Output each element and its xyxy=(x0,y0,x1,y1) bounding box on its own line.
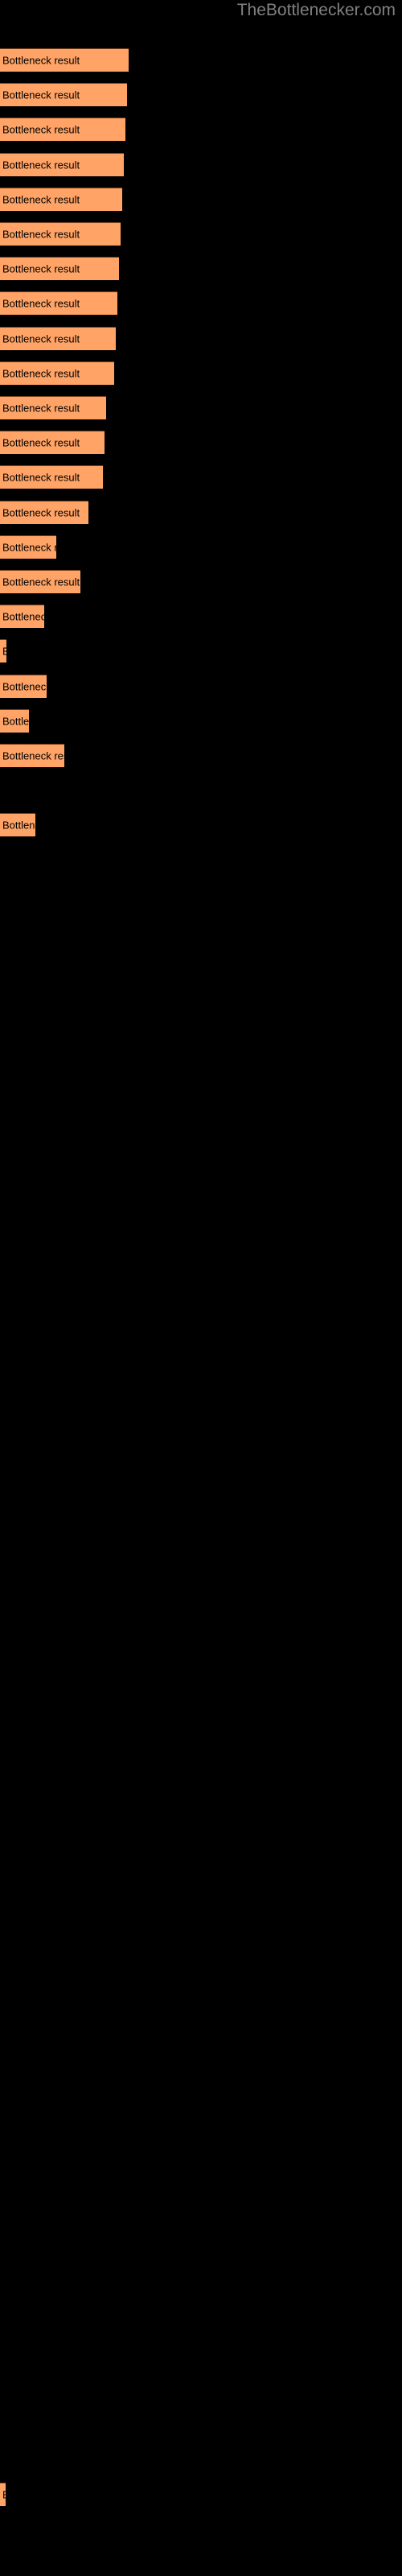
bar-row: Bottleneck result xyxy=(0,83,402,107)
bar[interactable]: Bottleneck result xyxy=(0,465,103,489)
bar[interactable]: Bottleneck result xyxy=(0,118,125,142)
bar[interactable]: Bottleneck result xyxy=(0,396,106,419)
bar-row: Bottleneck result xyxy=(0,465,402,489)
bar-label: Bottleneck result xyxy=(2,471,80,484)
bar-label: Bottleneck result xyxy=(2,159,80,171)
bar[interactable]: Bottleneck result xyxy=(0,639,6,663)
bar-label: Bottleneck result xyxy=(2,54,80,67)
bar[interactable]: Bottleneck result xyxy=(0,326,116,350)
bar[interactable]: Bottleneck result xyxy=(0,152,124,176)
bar-label: Bottleneck result xyxy=(2,89,80,101)
bar-label: Bottleneck result xyxy=(2,262,80,275)
bar-row: Bottleneck result xyxy=(0,431,402,455)
bar[interactable]: Bottleneck result xyxy=(0,222,121,246)
bar[interactable]: Bottleneck result xyxy=(0,605,44,629)
bar[interactable]: Bottleneck result xyxy=(0,257,119,281)
bar[interactable]: Bottleneck result xyxy=(0,744,64,767)
bar[interactable]: Bottleneck result xyxy=(0,187,122,211)
bar-label: Bottleneck result xyxy=(2,819,35,832)
bar[interactable]: Bottleneck result xyxy=(0,83,127,107)
bar-label: Bottleneck result xyxy=(2,332,80,345)
bar[interactable]: Bottleneck result xyxy=(0,535,56,559)
bar[interactable]: Bottleneck result xyxy=(0,708,29,733)
bar[interactable]: Bottleneck result xyxy=(0,674,47,698)
bar-label: Bottleneck result xyxy=(2,193,80,206)
bar-row: Bottleneck result xyxy=(0,326,402,350)
bar-label: Bottleneck result xyxy=(2,506,80,519)
bar-row: Bottleneck result xyxy=(0,118,402,142)
bar-row: Bottleneck result xyxy=(0,674,402,698)
bar-row: Bottleneck result xyxy=(0,222,402,246)
bar-row: Bottleneck result xyxy=(0,2483,402,2506)
bar-row: Bottleneck result xyxy=(0,291,402,316)
bar[interactable]: Bottleneck result xyxy=(0,813,35,837)
bar-row: Bottleneck result xyxy=(0,744,402,767)
bar-row: Bottleneck result xyxy=(0,535,402,559)
bar-label: Bottleneck result xyxy=(2,402,80,415)
bar-label: Bottleneck result xyxy=(2,610,44,623)
bar-row: Bottleneck result xyxy=(0,570,402,593)
bar-row: Bottleneck result xyxy=(0,605,402,629)
bar-label: Bottleneck result xyxy=(2,297,80,310)
bar-row: Bottleneck result xyxy=(0,48,402,72)
bar-label: Bottleneck result xyxy=(2,436,80,449)
bar-row: Bottleneck result xyxy=(0,187,402,211)
bar-label: Bottleneck result xyxy=(2,576,80,588)
bar[interactable]: Bottleneck result xyxy=(0,431,105,455)
bar[interactable]: Bottleneck result xyxy=(0,2483,6,2506)
bar-label: Bottleneck result xyxy=(2,715,29,728)
bar-row: Bottleneck result xyxy=(0,152,402,176)
bar[interactable]: Bottleneck result xyxy=(0,291,117,316)
bar-label: Bottleneck result xyxy=(2,646,6,658)
bar-row: Bottleneck result xyxy=(0,361,402,385)
bar-label: Bottleneck result xyxy=(2,541,56,554)
bottleneck-bar-chart: Bottleneck result Bottleneck result Bottle… xyxy=(0,0,402,2576)
bar[interactable]: Bottleneck result xyxy=(0,48,129,72)
bar-label: Bottleneck result xyxy=(2,680,47,693)
bar-row: Bottleneck result xyxy=(0,639,402,663)
bar[interactable]: Bottleneck result xyxy=(0,570,80,593)
bar-row: Bottleneck result xyxy=(0,813,402,837)
bar-label: Bottleneck result xyxy=(2,228,80,241)
bar-label: Bottleneck result xyxy=(2,367,80,380)
bar-row: Bottleneck result xyxy=(0,708,402,733)
bar[interactable]: Bottleneck result xyxy=(0,361,114,385)
bar-row: Bottleneck result xyxy=(0,396,402,419)
bar[interactable]: Bottleneck result xyxy=(0,500,88,524)
bar-row: Bottleneck result xyxy=(0,257,402,281)
bar-label: Bottleneck result xyxy=(2,749,64,762)
bar-row: Bottleneck result xyxy=(0,500,402,524)
bar-label: Bottleneck result xyxy=(2,2489,6,2501)
bar-label: Bottleneck result xyxy=(2,123,80,136)
